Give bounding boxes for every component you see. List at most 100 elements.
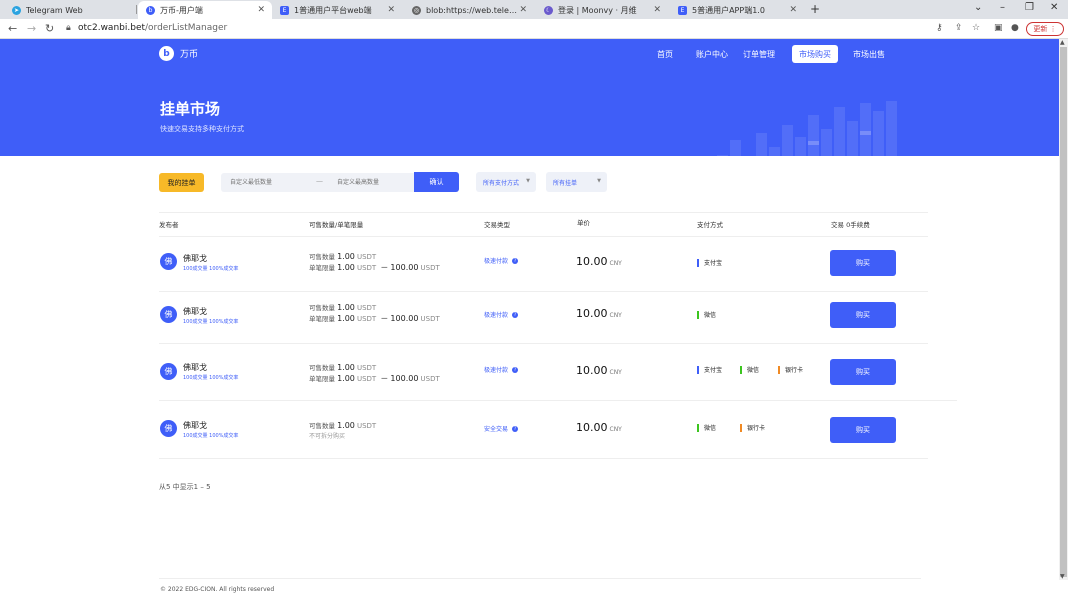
new-tab-icon[interactable]: + (810, 2, 820, 16)
unit-price: 10.00 CNY (576, 307, 622, 320)
row-divider (159, 400, 957, 401)
globe-icon: ◎ (412, 5, 421, 15)
payment-wechat: 微信 (740, 365, 759, 374)
unit-price: 10.00 CNY (576, 421, 622, 434)
payment-method-select[interactable]: 所有支付方式 ▼ (476, 172, 536, 192)
tab-moonvy[interactable]: ☾ 登录 | Moonvy · 月维 ✕ (536, 1, 668, 19)
profile-icon[interactable]: ● (1011, 23, 1019, 33)
order-filter-select[interactable]: 所有挂单 ▼ (546, 172, 607, 192)
payment-wechat: 微信 (697, 310, 716, 319)
restore-icon[interactable]: ❐ (1025, 2, 1034, 13)
col-publisher: 发布者 (159, 221, 179, 229)
tab-wanbi[interactable]: b 万币-用户端 ✕ (138, 1, 272, 19)
publisher-stats: 100成交量 100%成交率 (183, 319, 239, 325)
avatar[interactable]: 佛 (160, 253, 177, 270)
header-divider (159, 236, 928, 237)
publisher-name[interactable]: 佛耶戈 (183, 253, 207, 264)
help-icon[interactable]: ? (512, 311, 519, 318)
available-quantity: 可售数量 1.00 USDT (309, 363, 377, 372)
close-tab-icon[interactable]: ✕ (519, 5, 527, 15)
avatar[interactable]: 佛 (160, 420, 177, 437)
publisher-stats: 100成交量 100%成交率 (183, 375, 239, 381)
moonvy-icon: ☾ (544, 5, 553, 15)
footer-divider (159, 578, 921, 579)
nav-account-center[interactable]: 账户中心 (696, 45, 728, 63)
tab-doc-app[interactable]: E 5普通用户APP端1.0 ✕ (670, 1, 804, 19)
doc-icon: E (678, 5, 687, 15)
max-quantity-input[interactable] (337, 176, 417, 189)
reload-icon[interactable]: ↻ (45, 22, 54, 35)
wanbi-icon: b (146, 5, 155, 15)
row-divider (159, 343, 928, 344)
scroll-up-icon[interactable]: ▲ (1060, 39, 1065, 46)
sidebar-icon[interactable]: ▣ (994, 23, 1003, 33)
key-icon[interactable]: ⚷ (936, 23, 943, 33)
update-button[interactable]: 更新 ⋮ (1026, 22, 1064, 36)
buy-button[interactable]: 购买 (830, 417, 896, 443)
buy-button[interactable]: 购买 (830, 359, 896, 385)
trade-type: 安全交易? (484, 425, 519, 433)
chevron-down-icon: ▼ (526, 178, 530, 184)
available-quantity: 可售数量 1.00 USDT (309, 421, 377, 430)
order-limit-note: 不可拆分购买 (309, 433, 346, 440)
avatar[interactable]: 佛 (160, 363, 177, 380)
table-top-divider (159, 212, 928, 213)
close-window-icon[interactable]: ✕ (1050, 2, 1058, 13)
scrollbar-thumb[interactable] (1060, 47, 1067, 577)
close-tab-icon[interactable]: ✕ (257, 5, 265, 15)
nav-market-buy[interactable]: 市场购买 (792, 45, 838, 63)
vertical-scrollbar[interactable]: ▲ ▼ (1059, 39, 1068, 580)
confirm-button[interactable]: 确认 (414, 172, 459, 192)
nav-order-management[interactable]: 订单管理 (743, 45, 775, 63)
row-divider (159, 458, 928, 459)
publisher-stats: 100成交量 100%成交率 (183, 266, 239, 272)
close-tab-icon[interactable]: ✕ (789, 5, 797, 15)
avatar[interactable]: 佛 (160, 306, 177, 323)
lock-icon[interactable]: 🔒︎ (66, 23, 71, 33)
url-field[interactable]: otc2.wanbi.bet/orderListManager (78, 23, 227, 33)
page-title: 挂单市场 (160, 100, 221, 118)
unit-price: 10.00 CNY (576, 364, 622, 377)
logo[interactable]: b 万币 (159, 46, 198, 61)
chevron-down-icon: ▼ (597, 178, 601, 184)
row-divider (159, 291, 928, 292)
payment-wechat: 微信 (697, 423, 716, 432)
page-subtitle: 快速交易支持多种支付方式 (160, 125, 244, 133)
tab-doc-web[interactable]: E 1普通用户平台web端 ✕ (272, 1, 402, 19)
bookmark-star-icon[interactable]: ☆ (972, 23, 980, 33)
help-icon[interactable]: ? (512, 257, 519, 264)
tab-blob[interactable]: ◎ blob:https://web.telegram.org/... ✕ (404, 1, 534, 19)
forward-icon[interactable]: → (27, 22, 36, 35)
tab-telegram[interactable]: ➤ Telegram Web (4, 1, 134, 19)
tab-search-icon[interactable]: ⌄ (974, 2, 982, 13)
payment-alipay: 支付宝 (697, 258, 722, 267)
my-orders-button[interactable]: 我的挂单 (159, 173, 204, 192)
publisher-name[interactable]: 佛耶戈 (183, 306, 207, 317)
nav-home[interactable]: 首页 (657, 45, 673, 63)
publisher-name[interactable]: 佛耶戈 (183, 362, 207, 373)
help-icon[interactable]: ? (512, 425, 519, 432)
nav-market-sell[interactable]: 市场出售 (853, 45, 885, 63)
col-payment-method: 支付方式 (697, 221, 723, 229)
buy-button[interactable]: 购买 (830, 250, 896, 276)
publisher-name[interactable]: 佛耶戈 (183, 420, 207, 431)
telegram-icon: ➤ (12, 5, 21, 15)
scroll-down-icon[interactable]: ▼ (1060, 573, 1065, 580)
col-trade: 交易 0手续费 (831, 221, 870, 229)
order-limit: 单笔限量 1.00 USDT － 100.00 USDT (309, 314, 440, 323)
close-tab-icon[interactable]: ✕ (387, 5, 395, 15)
unit-price: 10.00 CNY (576, 255, 622, 268)
order-limit: 单笔限量 1.00 USDT － 100.00 USDT (309, 263, 440, 272)
buy-button[interactable]: 购买 (830, 302, 896, 328)
back-icon[interactable]: ← (8, 22, 17, 35)
decorative-bars (717, 101, 897, 156)
share-icon[interactable]: ⇪ (955, 23, 963, 33)
minimize-icon[interactable]: – (1000, 2, 1005, 13)
wanbi-logo-icon: b (159, 46, 174, 61)
help-icon[interactable]: ? (512, 366, 519, 373)
doc-icon: E (280, 5, 289, 15)
min-quantity-input[interactable] (230, 176, 310, 189)
close-tab-icon[interactable]: ✕ (653, 5, 661, 15)
trade-type: 极速付款? (484, 257, 519, 265)
col-unit-price: 单价 (577, 219, 590, 227)
